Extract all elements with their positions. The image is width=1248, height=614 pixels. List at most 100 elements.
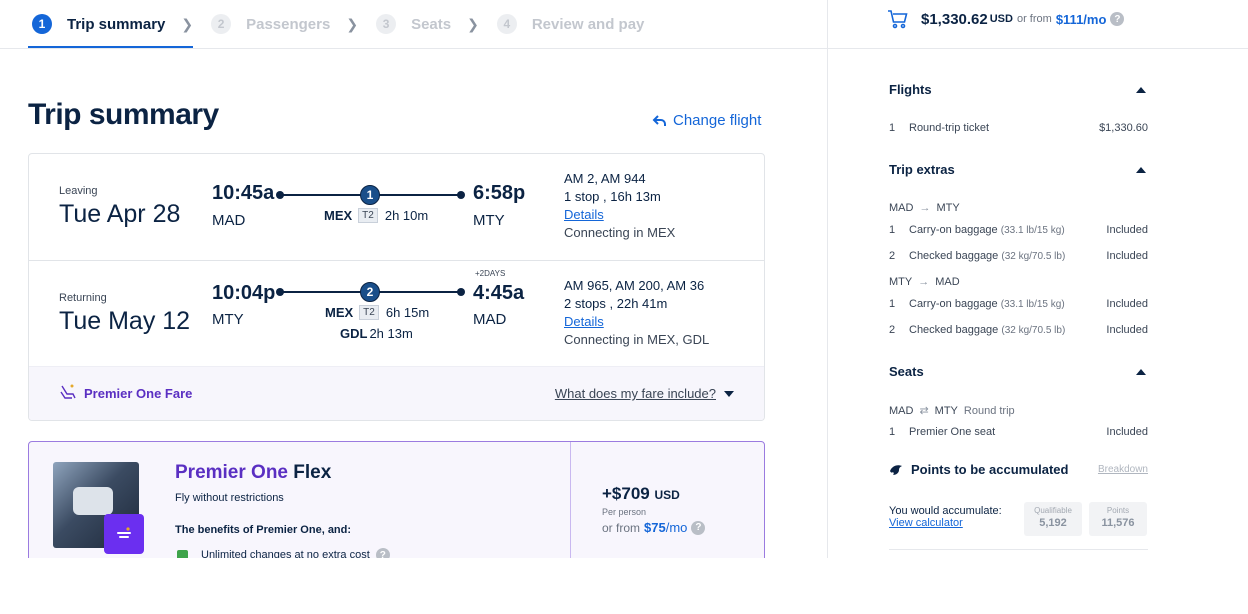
chevron-right-icon: ❯	[467, 15, 479, 32]
stop-count-badge: 2	[360, 282, 380, 302]
checkout-stepper: 1 Trip summary ❯ 2 Passengers ❯ 3 Seats …	[28, 0, 644, 48]
summary-row: 1 Carry-on baggage (33.1 lb/15 kg) Inclu…	[889, 298, 1148, 310]
view-calculator-link[interactable]: View calculator	[889, 517, 1002, 529]
change-flight-link[interactable]: Change flight	[652, 112, 761, 129]
row-qty: 1	[889, 426, 896, 438]
help-icon[interactable]: ?	[1110, 12, 1125, 26]
chevron-right-icon: ❯	[346, 15, 359, 32]
step-label: Seats	[411, 15, 452, 33]
monthly-price: $111/mo	[1055, 11, 1107, 27]
stop-airport: MEX	[324, 208, 353, 223]
swap-arrows-icon: ⇄	[919, 405, 929, 417]
total-currency: USD	[989, 13, 1013, 25]
departure-airport: MTY	[212, 311, 244, 328]
summary-bottom-divider	[889, 549, 1148, 550]
box-value: 11,576	[1101, 517, 1135, 529]
box-label: Points	[1106, 506, 1130, 515]
upsell-title: Premier One Flex	[175, 462, 331, 484]
help-icon[interactable]: ?	[691, 520, 706, 535]
terminal-badge: T2	[359, 305, 379, 320]
section-title: Seats	[889, 364, 924, 379]
stops-summary: 2 stops , 22h 41m	[564, 296, 668, 311]
upsell-subtitle: Fly without restrictions	[175, 492, 284, 504]
collapse-icon[interactable]	[1136, 166, 1146, 173]
box-label: Qualifiable	[1034, 506, 1072, 515]
accumulate-text: You would accumulate:	[889, 505, 1002, 517]
leg-meta: AM 965, AM 200, AM 36 2 stops , 22h 41m …	[564, 277, 709, 349]
stop-info: MEX T2 6h 15m	[325, 305, 429, 320]
connecting-text: Connecting in MEX	[564, 225, 676, 240]
collapse-icon[interactable]	[1136, 368, 1146, 375]
step-number: 4	[496, 14, 517, 34]
accumulate-block: You would accumulate: View calculator	[889, 505, 1002, 529]
plus-days-badge: +2DAYS	[475, 269, 506, 278]
points-title: Points to be accumulated	[911, 462, 1069, 477]
summary-row: 1 Premier One seat Included	[889, 426, 1148, 438]
upsell-divider	[570, 442, 571, 570]
route-pair: MAD → MTY	[889, 202, 960, 214]
stop-airport: GDL	[340, 326, 368, 341]
page-title: Trip summary	[28, 98, 219, 131]
section-title: Trip extras	[889, 162, 955, 177]
row-desc: Checked baggage	[909, 250, 999, 262]
layover-duration: 2h 10m	[384, 208, 429, 223]
route-to: MAD	[935, 276, 960, 288]
qualifiable-points-box: Qualifiable 5,192	[1024, 502, 1082, 536]
details-link[interactable]: Details	[564, 206, 675, 224]
step-seats[interactable]: 3 Seats	[372, 0, 451, 48]
viewport-bottom	[0, 558, 1248, 614]
cart-icon	[888, 10, 908, 29]
row-detail: (33.1 lb/15 kg)	[1000, 299, 1065, 310]
premier-badge-icon	[104, 514, 144, 554]
step-passengers[interactable]: 2 Passengers	[207, 0, 330, 48]
fare-include-toggle[interactable]: What does my fare include?	[555, 386, 734, 401]
row-value: Included	[1106, 298, 1148, 310]
collapse-icon[interactable]	[1136, 86, 1146, 93]
upsell-card[interactable]: Premier One Flex Fly without restriction…	[28, 441, 765, 571]
route-to: MTY	[934, 404, 958, 417]
arrival-airport: MTY	[473, 212, 505, 229]
cart-total[interactable]: $1,330.62 USD or from $111/mo ?	[887, 7, 1125, 31]
upsell-title-brand: Premier One	[175, 462, 288, 483]
row-desc: Premier One seat	[909, 426, 996, 438]
row-value: Included	[1106, 250, 1148, 262]
arrival-airport: MAD	[473, 311, 507, 328]
row-detail: (32 kg/70.5 lb)	[1001, 325, 1066, 336]
fare-name: Premier One Fare	[84, 386, 193, 401]
summary-seats-header[interactable]: Seats	[889, 364, 1148, 379]
step-number: 3	[376, 14, 397, 34]
details-link[interactable]: Details	[564, 313, 709, 331]
upsell-monthly-amount: $75	[644, 520, 666, 535]
breakdown-link[interactable]: Breakdown	[1098, 464, 1148, 475]
leg-date: Tue May 12	[59, 307, 191, 335]
summary-extras-header[interactable]: Trip extras	[889, 162, 1148, 177]
leg-meta: AM 2, AM 944 1 stop , 16h 13m Details Co…	[564, 170, 675, 242]
departure-airport: MAD	[212, 212, 246, 229]
step-trip-summary[interactable]: 1 Trip summary	[28, 0, 194, 48]
row-detail: (32 kg/70.5 lb)	[1001, 251, 1066, 262]
column-divider	[827, 0, 828, 558]
row-detail: (33.1 lb/15 kg)	[1000, 225, 1065, 236]
stop-info: GDL 2h 13m	[340, 326, 413, 341]
stop-airport: MEX	[325, 305, 354, 320]
upsell-title-tier: Flex	[293, 462, 332, 483]
route-pair: MAD ⇄ MTY Round trip	[889, 404, 1015, 418]
route-from: MAD	[889, 202, 914, 214]
row-desc: Checked baggage	[909, 324, 999, 336]
summary-flights-header[interactable]: Flights	[889, 82, 1148, 97]
layover-duration: 6h 15m	[385, 305, 430, 320]
connecting-text: Connecting in MEX, GDL	[564, 332, 710, 347]
arrow-right-icon: →	[919, 202, 931, 214]
row-value: $1,330.60	[1099, 122, 1148, 134]
row-value: Included	[1106, 426, 1148, 438]
step-label: Trip summary	[67, 15, 166, 33]
step-label: Passengers	[246, 15, 331, 33]
leg-kind: Returning	[59, 292, 107, 304]
arrow-right-icon: →	[918, 276, 930, 288]
flight-numbers: AM 2, AM 944	[564, 171, 646, 186]
points-box: Points 11,576	[1089, 502, 1147, 536]
row-qty: 1	[889, 122, 896, 134]
row-desc: Carry-on baggage	[909, 224, 998, 236]
stop-count-badge: 1	[360, 185, 380, 205]
step-review-and-pay[interactable]: 4 Review and pay	[493, 0, 644, 48]
